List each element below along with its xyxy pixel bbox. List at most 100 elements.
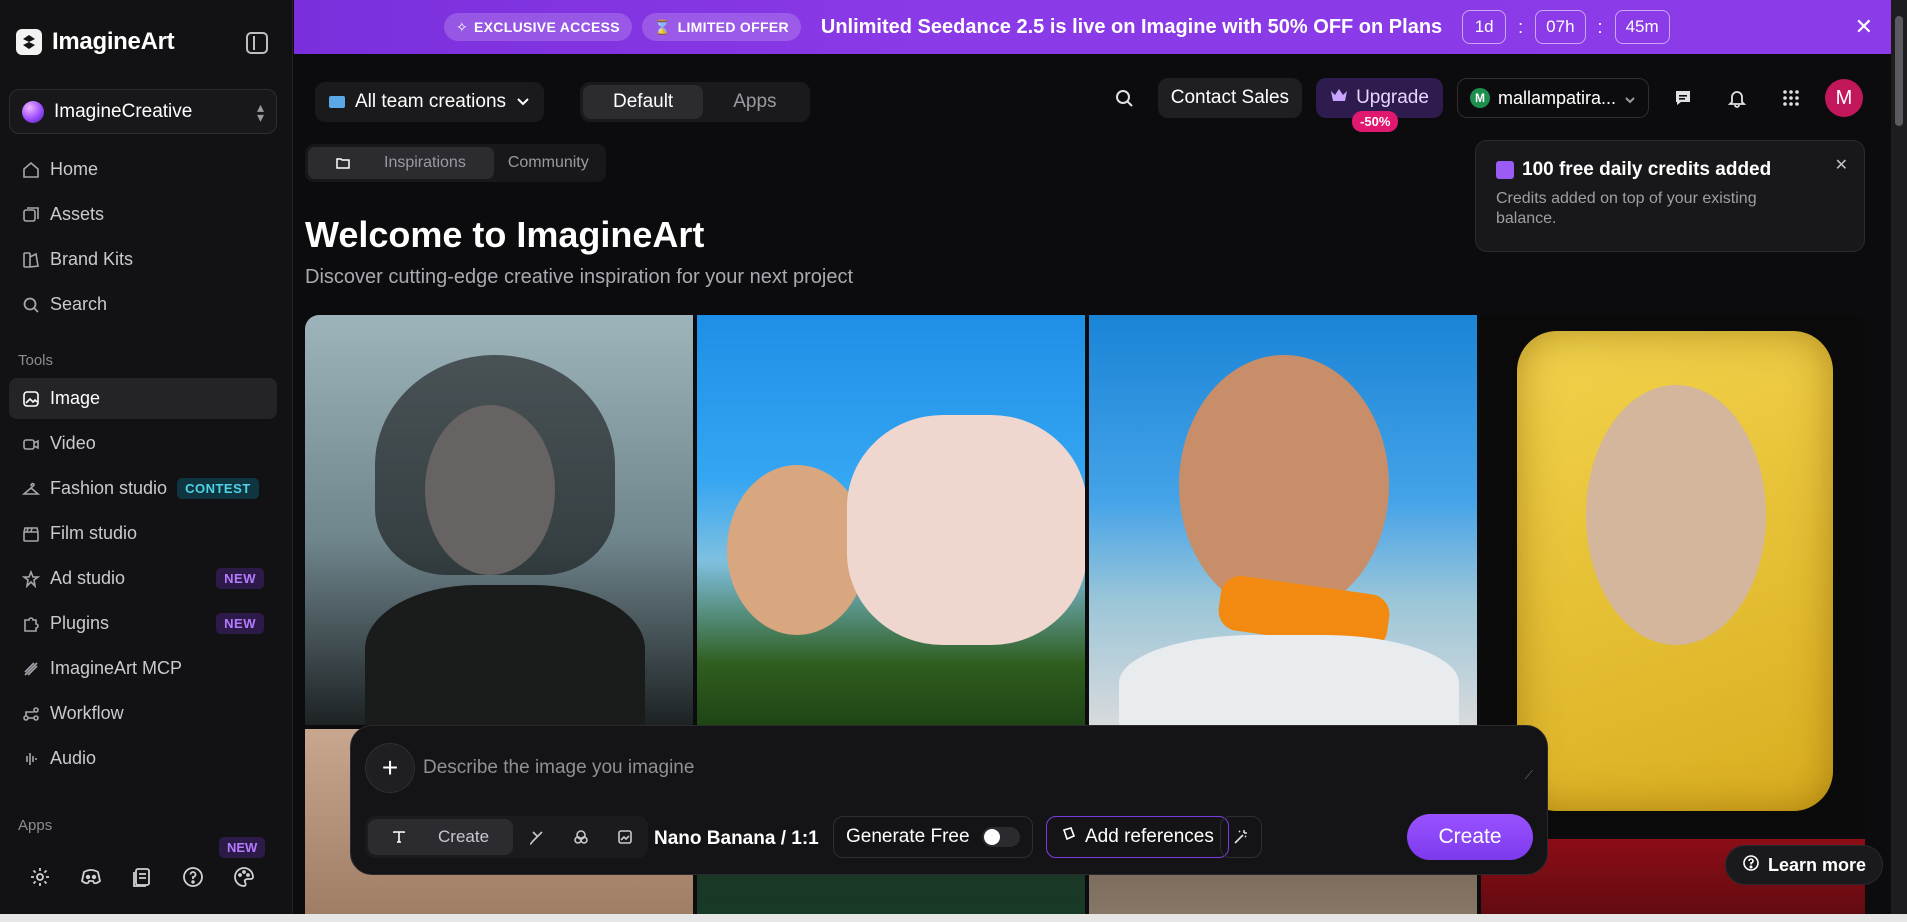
nav-label: Workflow: [50, 703, 124, 723]
upgrade-button[interactable]: Upgrade -50%: [1316, 78, 1443, 132]
workspace-avatar: [22, 100, 44, 123]
imagineart-logo-icon: [16, 29, 42, 55]
assets-icon: [22, 206, 40, 224]
account-switcher[interactable]: M mallampatira...: [1456, 78, 1649, 118]
settings-icon[interactable]: [28, 865, 52, 889]
image-icon: [22, 390, 40, 408]
account-initial: M: [1469, 88, 1490, 108]
contact-sales-button[interactable]: Contact Sales: [1157, 78, 1303, 118]
promo-banner: ✧ EXCLUSIVE ACCESS ⌛ LIMITED OFFER Unlimit…: [294, 0, 1891, 54]
chat-icon[interactable]: [1663, 78, 1703, 118]
chevron-down-icon: [516, 91, 530, 113]
image-edit-icon[interactable]: [605, 819, 645, 855]
home-icon: [22, 161, 40, 179]
nav-plugins[interactable]: Plugins NEW: [9, 603, 277, 644]
topbar-actions: Contact Sales Upgrade -50% M mallampatir…: [1104, 78, 1863, 132]
help-icon[interactable]: [181, 865, 205, 889]
portrait-face: [727, 465, 867, 635]
nav-assets[interactable]: Assets: [9, 194, 277, 235]
discord-icon[interactable]: [79, 865, 103, 889]
apps-grid-icon[interactable]: [1771, 78, 1811, 118]
toggle-switch[interactable]: [981, 827, 1020, 847]
sidebar-collapse-icon[interactable]: [246, 32, 268, 54]
app-logo[interactable]: ImagineArt: [16, 28, 175, 56]
model-selector[interactable]: Nano Banana / 1:1: [654, 828, 819, 850]
magic-wand-icon[interactable]: [1220, 816, 1262, 858]
app-name: ImagineArt: [52, 28, 175, 55]
gallery-image[interactable]: [1089, 315, 1477, 725]
nav-brand-kits[interactable]: Brand Kits: [9, 239, 277, 280]
help-icon: [1742, 854, 1760, 877]
promo-message: Unlimited Seedance 2.5 is live on Imagin…: [820, 15, 1443, 38]
shapes-icon[interactable]: [561, 819, 601, 855]
sparkle-icon: ✧: [456, 18, 469, 35]
close-icon[interactable]: ✕: [1835, 155, 1848, 175]
tab-create[interactable]: Create: [368, 819, 514, 855]
credits-toast: 100 free daily credits added Credits add…: [1475, 140, 1865, 252]
prompt-input[interactable]: [423, 750, 1513, 786]
scrollbar-thumb[interactable]: [1895, 16, 1903, 126]
nav-label: Search: [50, 294, 108, 314]
apps-new-badge: NEW: [219, 837, 266, 858]
audio-icon: [22, 750, 40, 768]
new-badge: NEW: [216, 568, 264, 589]
nav-label: Assets: [50, 204, 105, 224]
nav-ad-studio[interactable]: Ad studio NEW: [9, 558, 277, 599]
nav-label: Brand Kits: [50, 249, 134, 269]
reference-icon: [1061, 826, 1077, 848]
brush-icon[interactable]: [517, 819, 557, 855]
tab-apps[interactable]: Apps: [703, 85, 806, 119]
primary-nav: Home Assets Brand Kits Search: [9, 149, 277, 329]
add-references-button[interactable]: Add references: [1046, 816, 1229, 858]
search-icon: [22, 296, 40, 314]
tools-nav: Image Video Fashion studio CONTEST Film …: [9, 378, 277, 783]
create-button[interactable]: Create: [1407, 814, 1533, 860]
apps-section-label: Apps: [18, 817, 53, 834]
nav-film-studio[interactable]: Film studio: [9, 513, 277, 554]
nav-audio[interactable]: Audio: [9, 738, 277, 779]
close-icon[interactable]: ✕: [1855, 14, 1873, 40]
tab-community[interactable]: Community: [494, 147, 603, 179]
tab-default[interactable]: Default: [583, 85, 704, 119]
add-attachment-button[interactable]: +: [365, 743, 415, 793]
nav-label: Fashion studio: [50, 478, 168, 498]
palette-icon[interactable]: [232, 865, 256, 889]
nav-search[interactable]: Search: [9, 284, 277, 325]
portrait-clothing: [365, 585, 645, 725]
account-name: mallampatira...: [1497, 87, 1616, 108]
portrait-hair: [375, 355, 615, 575]
toast-title: 100 free daily credits added: [1522, 159, 1772, 180]
gift-icon: [1496, 161, 1514, 179]
nav-home[interactable]: Home: [9, 149, 277, 190]
gallery-image[interactable]: [697, 315, 1085, 725]
clapper-icon: [22, 525, 40, 543]
nav-fashion-studio[interactable]: Fashion studio CONTEST: [9, 468, 277, 509]
nav-image[interactable]: Image: [9, 378, 277, 419]
tools-section-label: Tools: [18, 352, 54, 369]
gallery-image[interactable]: [305, 315, 693, 725]
page-scrollbar[interactable]: [1891, 0, 1907, 922]
contest-badge: CONTEST: [177, 478, 259, 499]
timer-days: 1d: [1462, 10, 1507, 44]
search-icon[interactable]: [1104, 78, 1144, 118]
avatar[interactable]: M: [1825, 79, 1863, 117]
limited-offer-pill: ⌛ LIMITED OFFER: [641, 13, 801, 41]
crown-icon: [1330, 87, 1348, 109]
prompt-composer: + ⟋ Create Nano Banana / 1:1 Generate Fr…: [350, 725, 1548, 875]
tab-inspirations[interactable]: Inspirations: [308, 147, 494, 179]
video-icon: [22, 435, 40, 453]
sidebar-footer-icons: [28, 865, 256, 889]
view-selector[interactable]: All team creations: [315, 82, 545, 122]
nav-label: Image: [50, 388, 101, 408]
docs-icon[interactable]: [130, 865, 154, 889]
nav-video[interactable]: Video: [9, 423, 277, 464]
exclusive-access-pill: ✧ EXCLUSIVE ACCESS: [444, 13, 632, 41]
resize-handle-icon[interactable]: ⟋: [1525, 768, 1533, 783]
workspace-switcher[interactable]: ImagineCreative ▴ ▾: [9, 89, 277, 134]
learn-more-button[interactable]: Learn more: [1725, 845, 1884, 885]
bell-icon[interactable]: [1717, 78, 1757, 118]
nav-imagineart-mcp[interactable]: ImagineArt MCP: [9, 648, 277, 689]
nav-label: Film studio: [50, 523, 138, 543]
generate-free-toggle[interactable]: Generate Free: [833, 816, 1033, 858]
nav-workflow[interactable]: Workflow: [9, 693, 277, 734]
